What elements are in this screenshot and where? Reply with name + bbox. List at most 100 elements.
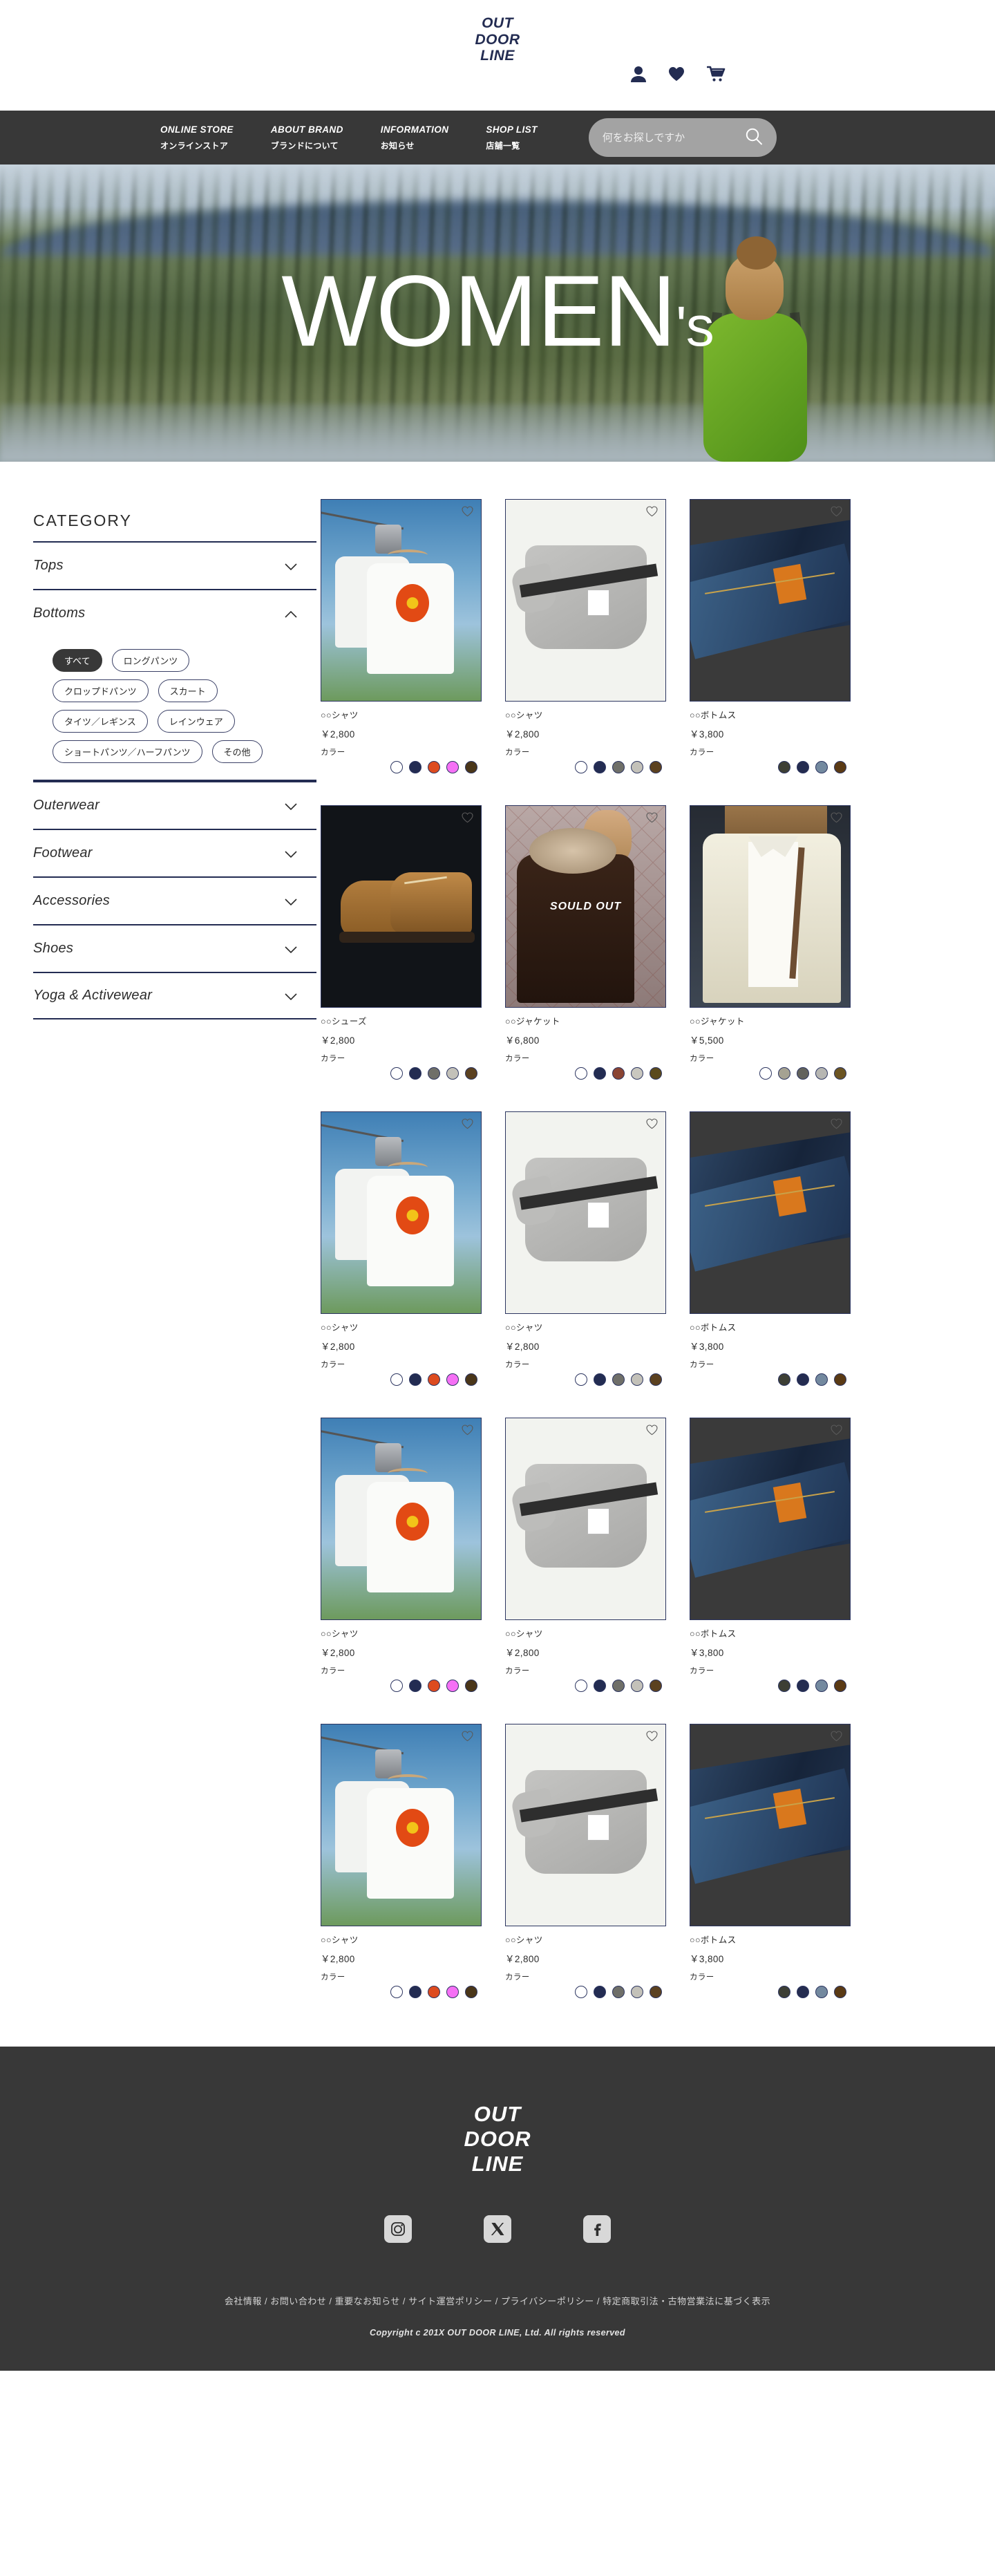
- product-image[interactable]: [321, 499, 482, 702]
- product-card[interactable]: ○○シャツ ￥2,800 カラー: [321, 499, 482, 773]
- product-image[interactable]: [321, 1418, 482, 1620]
- wishlist-heart-icon[interactable]: [646, 1731, 658, 1745]
- color-swatch[interactable]: [446, 1373, 459, 1386]
- color-swatch[interactable]: [834, 1986, 846, 1998]
- color-swatch[interactable]: [631, 1986, 643, 1998]
- wishlist-heart-icon[interactable]: [646, 1425, 658, 1439]
- product-card[interactable]: ○○シャツ ￥2,800 カラー: [321, 1111, 482, 1386]
- site-logo[interactable]: OUT DOOR LINE: [475, 15, 520, 64]
- color-swatch[interactable]: [778, 1067, 790, 1080]
- color-swatch[interactable]: [815, 1986, 828, 1998]
- color-swatch[interactable]: [446, 1680, 459, 1692]
- product-card[interactable]: SOULD OUT ○○ジャケット ￥6,800 カラー: [505, 805, 666, 1080]
- product-image[interactable]: [690, 805, 851, 1008]
- wishlist-heart-icon[interactable]: [831, 1731, 842, 1745]
- color-swatch[interactable]: [815, 761, 828, 773]
- product-card[interactable]: ○○シャツ ￥2,800 カラー: [321, 1418, 482, 1692]
- color-swatch[interactable]: [575, 1373, 587, 1386]
- nav-item-about-brand[interactable]: ABOUT BRAND ブランドについて: [271, 124, 343, 151]
- color-swatch[interactable]: [815, 1680, 828, 1692]
- product-card[interactable]: ○○ボトムス ￥3,800 カラー: [690, 1724, 851, 1998]
- wishlist-heart-icon[interactable]: [462, 1425, 473, 1439]
- color-swatch[interactable]: [428, 1986, 440, 1998]
- product-image[interactable]: [321, 1111, 482, 1314]
- color-swatch[interactable]: [834, 1680, 846, 1692]
- color-swatch[interactable]: [815, 1067, 828, 1080]
- color-swatch[interactable]: [465, 761, 477, 773]
- product-image[interactable]: SOULD OUT: [505, 805, 666, 1008]
- color-swatch[interactable]: [409, 761, 421, 773]
- product-image[interactable]: [505, 1724, 666, 1926]
- color-swatch[interactable]: [594, 761, 606, 773]
- product-image[interactable]: [690, 1724, 851, 1926]
- color-swatch[interactable]: [390, 761, 403, 773]
- color-swatch[interactable]: [428, 1067, 440, 1080]
- wishlist-heart-icon[interactable]: [831, 506, 842, 520]
- color-swatch[interactable]: [612, 1373, 625, 1386]
- color-swatch[interactable]: [778, 1986, 790, 1998]
- product-image[interactable]: [321, 1724, 482, 1926]
- search-box[interactable]: [588, 118, 777, 157]
- product-image[interactable]: [505, 499, 666, 702]
- user-icon[interactable]: [631, 66, 646, 82]
- color-swatch[interactable]: [631, 1680, 643, 1692]
- color-swatch[interactable]: [428, 1373, 440, 1386]
- sidebar-item-tops[interactable]: Tops: [33, 541, 316, 589]
- sidebar-item-yoga-activewear[interactable]: Yoga & Activewear: [33, 972, 316, 1019]
- color-swatch[interactable]: [446, 761, 459, 773]
- color-swatch[interactable]: [409, 1067, 421, 1080]
- color-swatch[interactable]: [797, 1067, 809, 1080]
- wishlist-heart-icon[interactable]: [462, 506, 473, 520]
- color-swatch[interactable]: [575, 1680, 587, 1692]
- search-input[interactable]: [602, 131, 745, 144]
- color-swatch[interactable]: [797, 761, 809, 773]
- nav-item-online-store[interactable]: ONLINE STORE オンラインストア: [160, 124, 234, 151]
- wishlist-heart-icon[interactable]: [831, 1118, 842, 1133]
- sidebar-item-shoes[interactable]: Shoes: [33, 924, 316, 972]
- color-swatch[interactable]: [594, 1986, 606, 1998]
- wishlist-heart-icon[interactable]: [646, 812, 658, 827]
- color-swatch[interactable]: [465, 1067, 477, 1080]
- color-swatch[interactable]: [797, 1373, 809, 1386]
- nav-item-information[interactable]: INFORMATION お知らせ: [381, 124, 449, 151]
- product-image[interactable]: [505, 1418, 666, 1620]
- color-swatch[interactable]: [778, 761, 790, 773]
- color-swatch[interactable]: [650, 1986, 662, 1998]
- product-card[interactable]: ○○シャツ ￥2,800 カラー: [505, 1418, 666, 1692]
- color-swatch[interactable]: [390, 1067, 403, 1080]
- wishlist-heart-icon[interactable]: [831, 1425, 842, 1439]
- color-swatch[interactable]: [834, 1067, 846, 1080]
- instagram-icon[interactable]: [384, 2215, 412, 2243]
- nav-item-shop-list[interactable]: SHOP LIST 店舗一覧: [486, 124, 537, 151]
- color-swatch[interactable]: [428, 1680, 440, 1692]
- color-swatch[interactable]: [575, 761, 587, 773]
- color-swatch[interactable]: [631, 761, 643, 773]
- filter-pill-short-half-pants[interactable]: ショートパンツ／ハーフパンツ: [53, 740, 202, 763]
- color-swatch[interactable]: [409, 1373, 421, 1386]
- color-swatch[interactable]: [834, 1373, 846, 1386]
- product-card[interactable]: ○○ボトムス ￥3,800 カラー: [690, 1418, 851, 1692]
- x-twitter-icon[interactable]: [484, 2215, 511, 2243]
- color-swatch[interactable]: [594, 1680, 606, 1692]
- sidebar-item-outerwear[interactable]: Outerwear: [33, 781, 316, 829]
- color-swatch[interactable]: [390, 1680, 403, 1692]
- heart-icon[interactable]: [668, 66, 685, 82]
- color-swatch[interactable]: [575, 1986, 587, 1998]
- color-swatch[interactable]: [778, 1373, 790, 1386]
- color-swatch[interactable]: [446, 1986, 459, 1998]
- wishlist-heart-icon[interactable]: [831, 812, 842, 827]
- product-card[interactable]: ○○シャツ ￥2,800 カラー: [505, 499, 666, 773]
- sidebar-item-bottoms[interactable]: Bottoms: [33, 589, 316, 637]
- sidebar-item-accessories[interactable]: Accessories: [33, 876, 316, 924]
- color-swatch[interactable]: [815, 1373, 828, 1386]
- color-swatch[interactable]: [612, 1680, 625, 1692]
- cart-icon[interactable]: [706, 66, 726, 82]
- product-image[interactable]: [505, 1111, 666, 1314]
- filter-pill-tights-leggings[interactable]: タイツ／レギンス: [53, 710, 148, 733]
- color-swatch[interactable]: [612, 1067, 625, 1080]
- color-swatch[interactable]: [428, 761, 440, 773]
- product-image[interactable]: [690, 1418, 851, 1620]
- color-swatch[interactable]: [390, 1373, 403, 1386]
- color-swatch[interactable]: [409, 1986, 421, 1998]
- color-swatch[interactable]: [797, 1680, 809, 1692]
